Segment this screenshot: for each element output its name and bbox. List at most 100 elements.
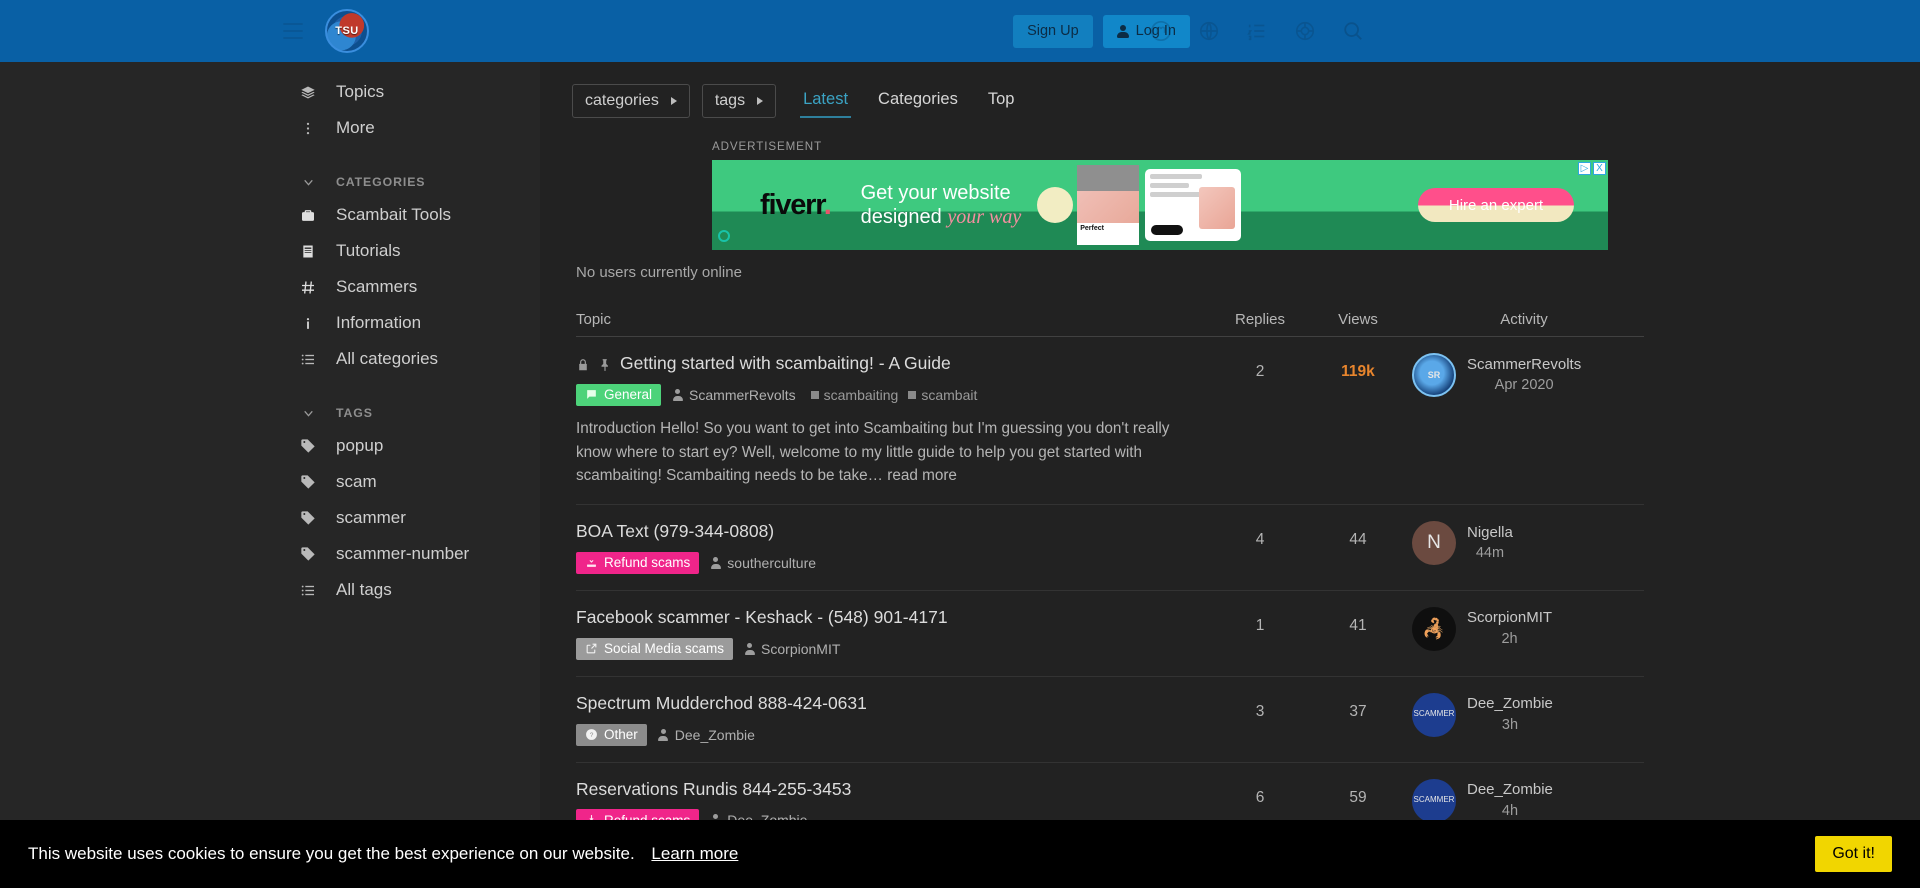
tab-categories[interactable]: Categories: [863, 84, 973, 118]
avatar[interactable]: SCAMMER: [1412, 778, 1456, 823]
advertisement-container: ADVERTISEMENT fiverr. Get your website d…: [540, 118, 1920, 250]
sidebar-item-scammers[interactable]: Scammers: [0, 269, 540, 305]
sidebar-item-label: scammer-number: [336, 544, 470, 563]
topic-author[interactable]: ScorpionMIT: [744, 641, 840, 657]
column-header-topic[interactable]: Topic: [576, 311, 1208, 328]
activity-time: Apr 2020: [1494, 377, 1554, 394]
sidebar-item-tutorials[interactable]: Tutorials: [0, 233, 540, 269]
adchoices-icon[interactable]: ▷: [1578, 162, 1591, 175]
globe-icon[interactable]: [1198, 20, 1220, 42]
activity-inner: SCAMMER Dee_Zombie 3h: [1404, 692, 1644, 737]
sidebar-item-topics[interactable]: Topics: [0, 74, 540, 110]
search-icon[interactable]: [1342, 20, 1364, 42]
tags-dropdown-label: tags: [714, 92, 746, 109]
tag-square-icon: [810, 390, 819, 399]
ad-cta-button[interactable]: Hire an expert: [1418, 188, 1574, 222]
sign-up-button[interactable]: Sign Up: [1013, 14, 1093, 48]
views-count: 119k: [1341, 363, 1375, 380]
sidebar-section-label: CATEGORIES: [336, 175, 426, 189]
sidebar-item-label: popup: [336, 436, 384, 455]
table-row[interactable]: Spectrum Mudderchod 888-424-0631 ? Other…: [576, 677, 1644, 763]
page-root: Sign Up Log In: [0, 0, 1920, 888]
category-label: Social Media scams: [604, 641, 725, 657]
site-logo[interactable]: [325, 9, 369, 53]
category-badge[interactable]: General: [576, 383, 662, 406]
activity-user[interactable]: Nigella: [1467, 522, 1513, 544]
sidebar-item-tag-popup[interactable]: popup: [0, 428, 540, 464]
activity-cell: SCAMMER Dee_Zombie 3h: [1404, 692, 1644, 737]
help-circle-icon[interactable]: [1294, 20, 1316, 42]
person-icon: [658, 728, 669, 741]
topic-author[interactable]: ScammerRevolts: [672, 387, 796, 403]
cookie-accept-button[interactable]: Got it!: [1815, 836, 1892, 872]
sidebar-item-label: Scammers: [336, 277, 418, 296]
tag-item[interactable]: scambaiting: [810, 387, 898, 403]
topic-tags: scambaiting scambait: [810, 387, 977, 403]
sidebar-item-all-tags[interactable]: All tags: [0, 572, 540, 608]
sidebar-item-scambait-tools[interactable]: Scambait Tools: [0, 197, 540, 233]
sidebar-item-tag-scammer[interactable]: scammer: [0, 500, 540, 536]
tags-dropdown[interactable]: tags: [701, 84, 777, 118]
activity-user[interactable]: ScorpionMIT: [1467, 607, 1552, 629]
activity-user[interactable]: Dee_Zombie: [1467, 779, 1553, 801]
fiverr-logo: fiverr.: [760, 188, 832, 221]
chevron-down-icon: [300, 176, 316, 189]
topic-title[interactable]: Facebook scammer - Keshack - (548) 901-4…: [576, 607, 1186, 629]
topic-title[interactable]: Reservations Rundis 844-255-3453: [576, 779, 1186, 801]
table-row[interactable]: Getting started with scambaiting! - A Gu…: [576, 337, 1644, 505]
sidebar-item-tag-scam[interactable]: scam: [0, 464, 540, 500]
list-numbered-icon[interactable]: [1246, 20, 1268, 42]
hamburger-icon[interactable]: [283, 23, 303, 39]
table-row[interactable]: Facebook scammer - Keshack - (548) 901-4…: [576, 591, 1644, 677]
activity-text: Dee_Zombie 3h: [1467, 693, 1553, 736]
category-badge[interactable]: Refund scams: [576, 551, 700, 574]
topic-title[interactable]: BOA Text (979-344-0808): [576, 521, 1186, 543]
topic-author[interactable]: southerculture: [710, 555, 816, 571]
advertisement-banner[interactable]: fiverr. Get your website designed your w…: [712, 160, 1608, 250]
category-icon: ?: [585, 728, 598, 741]
sidebar-section-categories[interactable]: CATEGORIES: [0, 167, 540, 197]
categories-dropdown-label: categories: [585, 92, 659, 109]
topic-cell: Facebook scammer - Keshack - (548) 901-4…: [576, 607, 1208, 660]
ad-headline-line1: Get your website: [860, 181, 1011, 204]
column-header-activity[interactable]: Activity: [1404, 311, 1644, 328]
topic-title[interactable]: Getting started with scambaiting! - A Gu…: [576, 353, 1186, 375]
ad-close-icon[interactable]: X: [1593, 162, 1606, 175]
activity-user[interactable]: ScammerRevolts: [1467, 354, 1581, 376]
sidebar-item-more[interactable]: More: [0, 110, 540, 146]
sidebar-section-tags[interactable]: TAGS: [0, 398, 540, 428]
sidebar-item-tag-scammer-number[interactable]: scammer-number: [0, 536, 540, 572]
table-row[interactable]: BOA Text (979-344-0808) Refund scams sou…: [576, 505, 1644, 591]
advertisement-label: ADVERTISEMENT: [712, 140, 823, 153]
pin-icon: [598, 356, 612, 372]
cookie-message: This website uses cookies to ensure you …: [28, 844, 635, 863]
topic-meta: ? Other Dee_Zombie: [576, 723, 1186, 746]
activity-inner: N Nigella 44m: [1404, 520, 1644, 565]
category-badge[interactable]: ? Other: [576, 723, 647, 746]
avatar[interactable]: SR: [1412, 353, 1456, 397]
sidebar-item-information[interactable]: Information: [0, 305, 540, 341]
tab-top[interactable]: Top: [973, 84, 1030, 118]
categories-dropdown[interactable]: categories: [572, 84, 690, 118]
column-header-views[interactable]: Views: [1312, 311, 1404, 328]
avatar[interactable]: 🦂: [1412, 606, 1456, 651]
sidebar-item-all-categories[interactable]: All categories: [0, 341, 540, 377]
tag-icon: [300, 510, 316, 526]
activity-user[interactable]: Dee_Zombie: [1467, 693, 1553, 715]
category-badge[interactable]: Social Media scams: [576, 637, 734, 660]
topic-title[interactable]: Spectrum Mudderchod 888-424-0631: [576, 693, 1186, 715]
tag-item[interactable]: scambait: [908, 387, 977, 403]
author-name: ScammerRevolts: [689, 386, 796, 403]
mastodon-icon[interactable]: [1150, 20, 1172, 42]
avatar[interactable]: SCAMMER: [1412, 692, 1456, 737]
topic-author[interactable]: Dee_Zombie: [658, 727, 755, 743]
cookie-learn-more-link[interactable]: Learn more: [651, 844, 738, 863]
avatar[interactable]: N: [1412, 520, 1456, 565]
activity-inner: SR ScammerRevolts Apr 2020: [1404, 353, 1644, 397]
column-header-replies[interactable]: Replies: [1208, 311, 1312, 328]
tab-latest[interactable]: Latest: [788, 84, 863, 118]
read-more-link[interactable]: read more: [887, 467, 957, 484]
views-count: 37: [1349, 702, 1367, 720]
cookie-consent-banner: This website uses cookies to ensure you …: [0, 820, 1920, 888]
activity-cell: 🦂 ScorpionMIT 2h: [1404, 606, 1644, 651]
